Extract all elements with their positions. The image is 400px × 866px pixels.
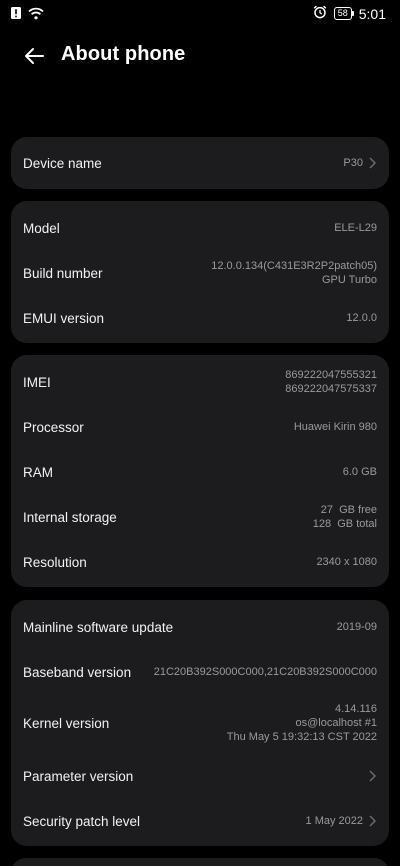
mainline-update-row[interactable]: Mainline software update 2019-09 bbox=[11, 604, 389, 650]
status-bar-left bbox=[10, 6, 44, 25]
device-name-row[interactable]: Device name P30 bbox=[11, 137, 389, 189]
processor-value: Huawei Kirin 980 bbox=[293, 421, 377, 433]
resolution-row: Resolution 2340 x 1080 bbox=[11, 539, 389, 585]
processor-row: Processor Huawei Kirin 980 bbox=[11, 404, 389, 450]
device-card: Device name P30 bbox=[11, 137, 389, 189]
row-value: 4.14.116 os@localhost #1 Thu May 5 19:32… bbox=[227, 702, 377, 744]
next-card-peek bbox=[11, 858, 389, 866]
row-label: Kernel version bbox=[23, 715, 110, 731]
row-value: 12.0.0.134(C431E3R2P2patch05) GPU Turbo bbox=[211, 259, 377, 287]
row-value: 1 May 2022 bbox=[306, 814, 377, 828]
imei-line: 869222047555321 bbox=[285, 369, 377, 381]
row-label: Processor bbox=[23, 419, 84, 435]
build-number-line: 12.0.0.134(C431E3R2P2patch05) bbox=[211, 260, 377, 272]
app-header: About phone bbox=[0, 36, 400, 76]
row-label: Device name bbox=[23, 155, 102, 171]
storage-line: 27 GB free bbox=[320, 504, 377, 516]
row-label: EMUI version bbox=[23, 310, 105, 326]
resolution-value: 2340 x 1080 bbox=[316, 556, 377, 568]
status-bar-right: 58 5:01 bbox=[313, 5, 386, 22]
chevron-right-icon bbox=[369, 770, 376, 782]
kernel-line: os@localhost #1 bbox=[295, 717, 378, 729]
arrow-left-icon bbox=[25, 48, 44, 64]
hardware-card: IMEI 869222047555321 869222047575337 Pro… bbox=[11, 355, 389, 587]
status-bar: 58 5:01 bbox=[0, 0, 400, 28]
imei-line: 869222047575337 bbox=[285, 383, 377, 395]
model-row: Model ELE-L29 bbox=[11, 205, 389, 251]
kernel-line: 4.14.116 bbox=[334, 703, 377, 715]
software-card: Model ELE-L29 Build number 12.0.0.134(C4… bbox=[11, 201, 389, 343]
versions-card: Mainline software update 2019-09 Baseban… bbox=[11, 600, 389, 846]
alarm-icon bbox=[313, 5, 327, 22]
row-label: Model bbox=[23, 220, 60, 236]
kernel-line: Thu May 5 19:32:13 CST 2022 bbox=[226, 731, 377, 743]
mainline-update-value: 2019-09 bbox=[336, 621, 377, 633]
chevron-right-icon bbox=[369, 157, 376, 169]
row-label: Internal storage bbox=[23, 509, 117, 525]
internal-storage-row[interactable]: Internal storage 27 GB free 128 GB total bbox=[11, 494, 389, 540]
baseband-version-row: Baseband version 21C20B392S000C000,21C20… bbox=[11, 649, 389, 695]
storage-line: 128 GB total bbox=[312, 518, 377, 530]
build-number-row[interactable]: Build number 12.0.0.134(C431E3R2P2patch0… bbox=[11, 250, 389, 296]
battery-icon: 58 bbox=[333, 7, 354, 20]
row-label: Security patch level bbox=[23, 813, 141, 829]
ram-value: 6.0 GB bbox=[342, 466, 377, 478]
ram-row: RAM 6.0 GB bbox=[11, 449, 389, 495]
page-title: About phone bbox=[61, 43, 186, 65]
row-value: P30 bbox=[343, 156, 377, 170]
baseband-version-value: 21C20B392S000C000,21C20B392S000C000 bbox=[153, 666, 377, 678]
alert-icon bbox=[10, 6, 22, 25]
row-label: RAM bbox=[23, 464, 53, 480]
imei-row: IMEI 869222047555321 869222047575337 bbox=[11, 359, 389, 405]
row-label: Parameter version bbox=[23, 768, 134, 784]
row-label: Resolution bbox=[23, 554, 87, 570]
security-patch-value: 1 May 2022 bbox=[305, 815, 363, 827]
row-value: 27 GB free 128 GB total bbox=[313, 503, 377, 531]
chevron-right-icon bbox=[369, 815, 376, 827]
row-label: Mainline software update bbox=[23, 619, 174, 635]
row-label: Baseband version bbox=[23, 664, 132, 680]
row-value: 869222047555321 869222047575337 bbox=[285, 368, 377, 396]
status-time: 5:01 bbox=[358, 5, 386, 22]
row-label: Build number bbox=[23, 265, 103, 281]
emui-version-row: EMUI version 12.0.0 bbox=[11, 295, 389, 341]
security-patch-row[interactable]: Security patch level 1 May 2022 bbox=[11, 798, 389, 844]
wifi-icon bbox=[28, 7, 44, 25]
device-name-value: P30 bbox=[343, 157, 363, 169]
emui-version-value: 12.0.0 bbox=[346, 312, 377, 324]
parameter-version-row[interactable]: Parameter version bbox=[11, 753, 389, 799]
row-label: IMEI bbox=[23, 374, 51, 390]
build-number-line: GPU Turbo bbox=[321, 274, 377, 286]
model-value: ELE-L29 bbox=[334, 222, 377, 234]
row-value bbox=[363, 769, 377, 783]
kernel-version-row: Kernel version 4.14.116 os@localhost #1 … bbox=[11, 696, 389, 750]
back-button[interactable] bbox=[18, 40, 50, 72]
